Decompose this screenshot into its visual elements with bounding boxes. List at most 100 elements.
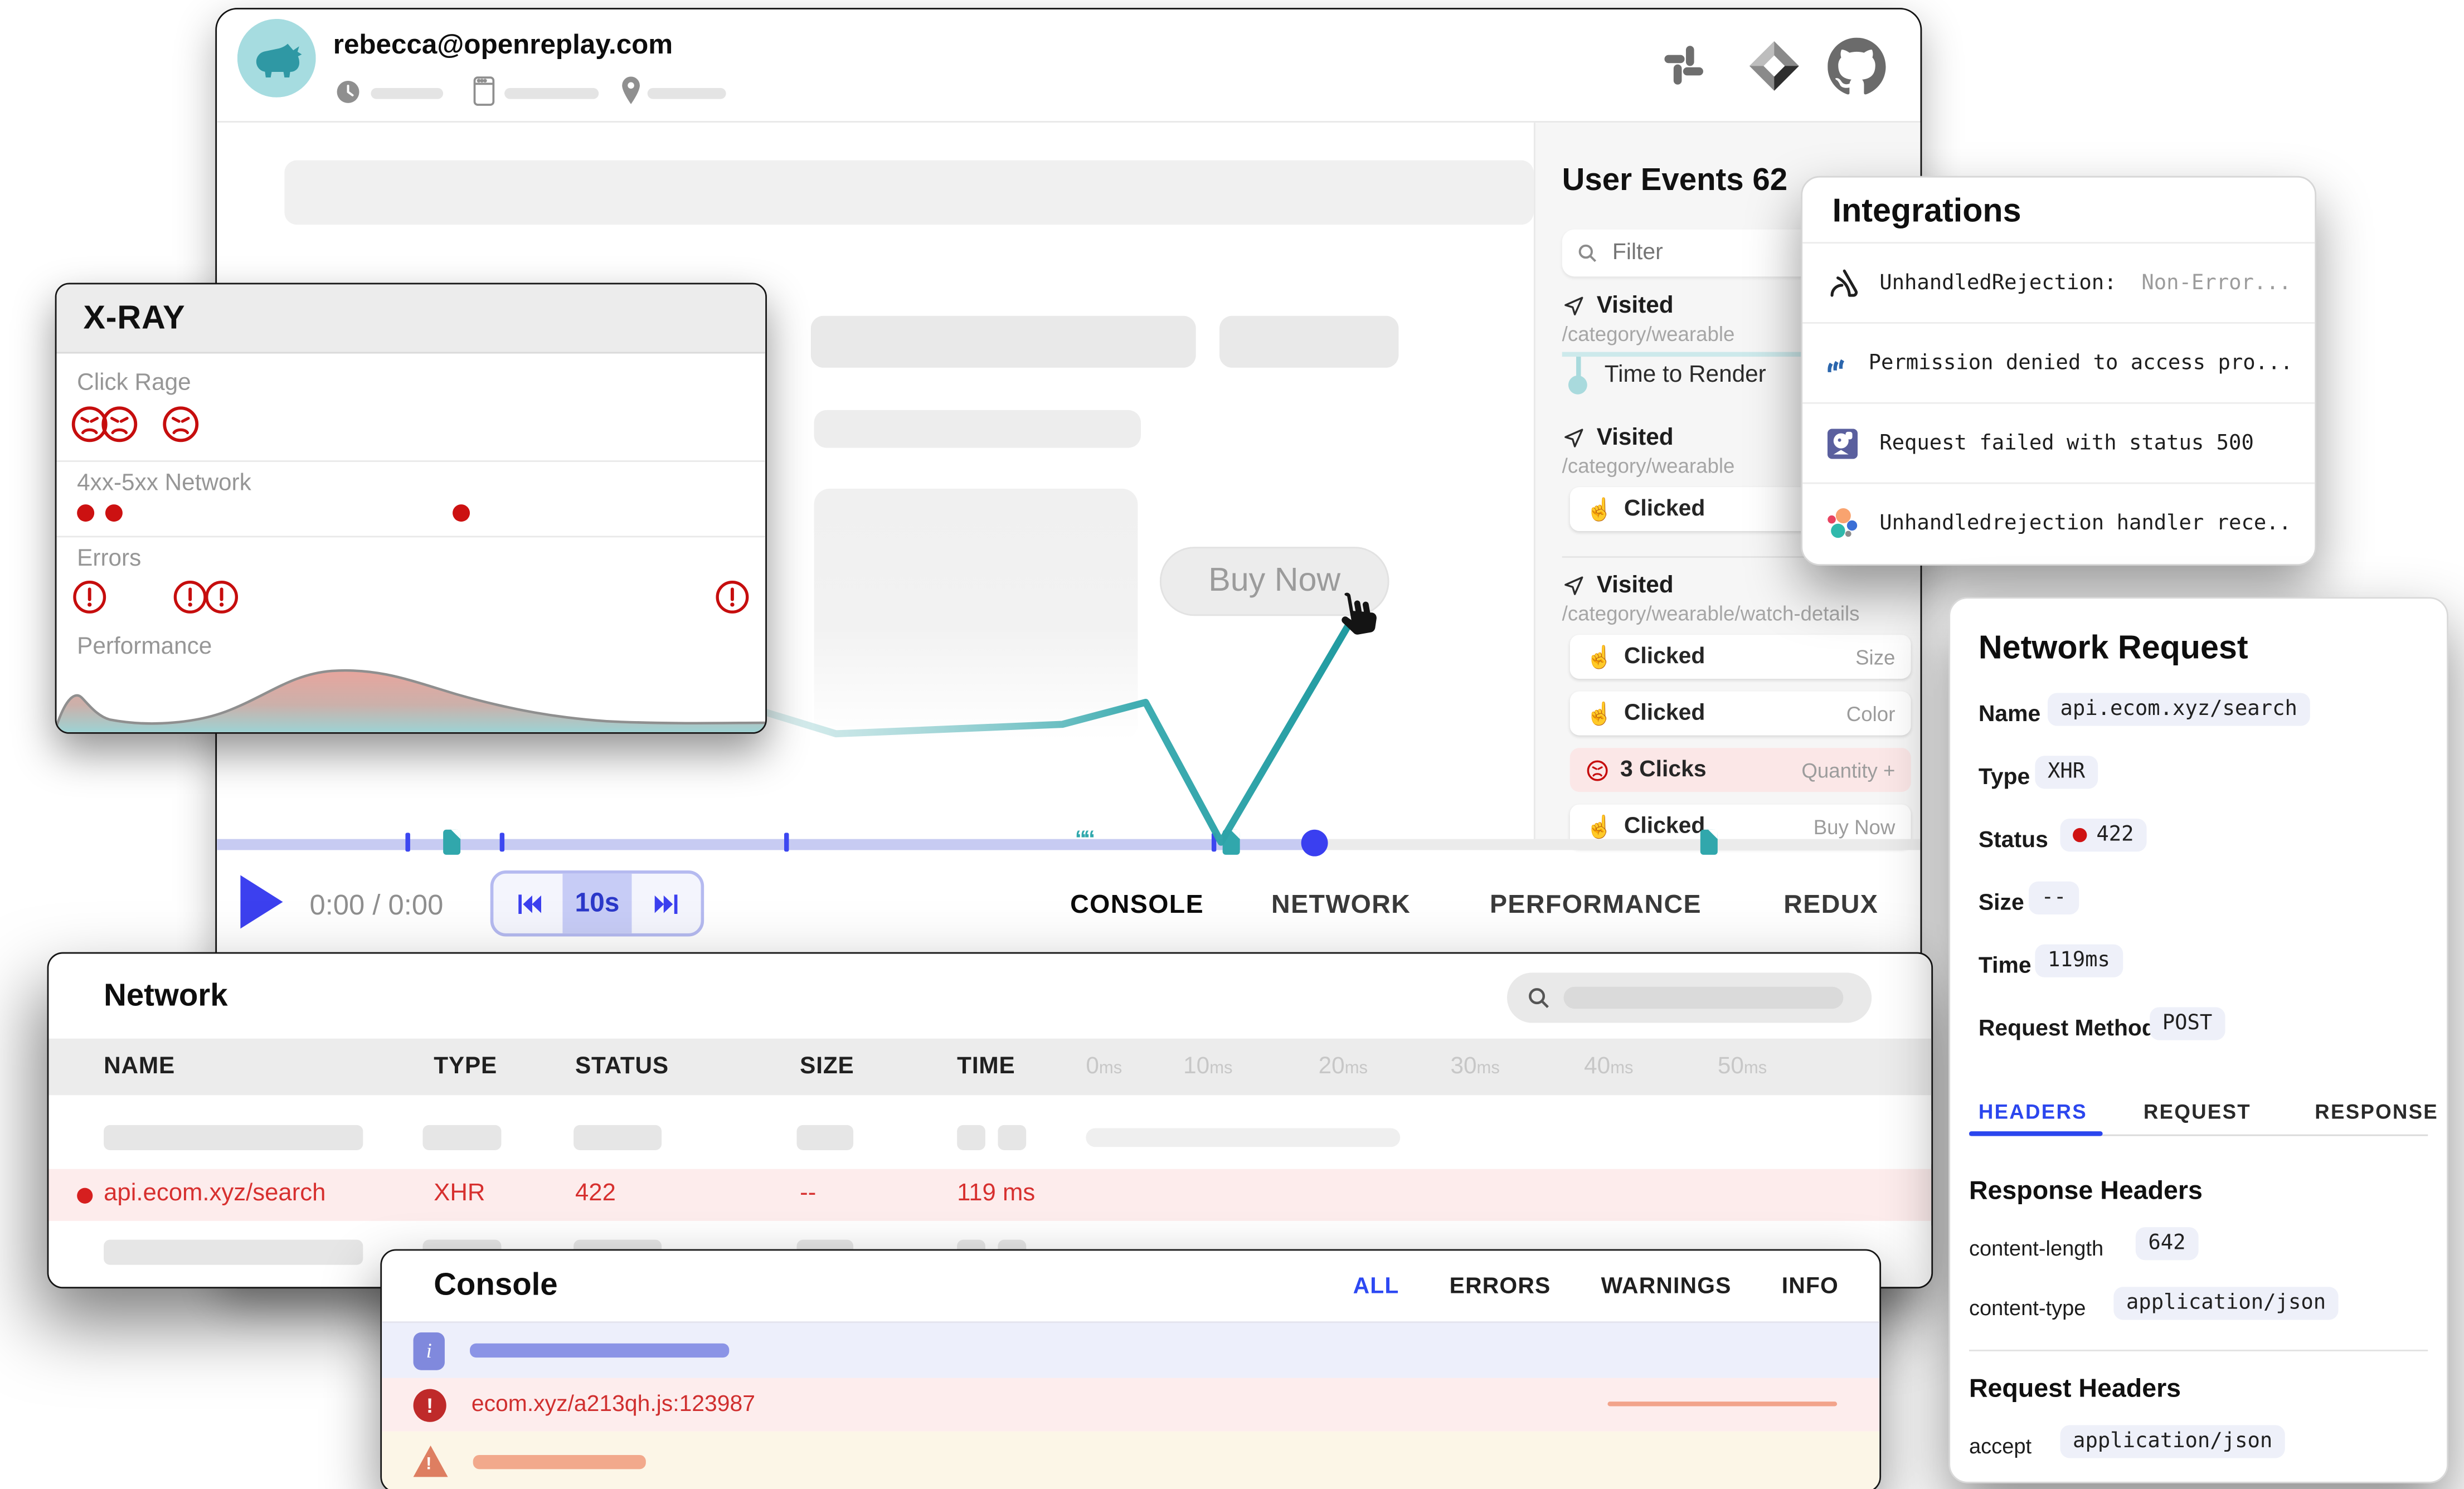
screenshot-stage: rebecca@openreplay.com	[0, 0, 2464, 1489]
error-icon[interactable]	[203, 578, 241, 616]
ttr-dot	[1568, 376, 1587, 395]
network-error-dot[interactable]	[105, 504, 123, 522]
slack-icon[interactable]	[1661, 42, 1707, 96]
navigate-icon	[1562, 573, 1586, 597]
event-card-clicked[interactable]: ☝Clicked Color	[1570, 692, 1911, 736]
timeline-playhead[interactable]	[1301, 830, 1328, 857]
navigate-icon	[1562, 294, 1586, 317]
console-row-info[interactable]: i	[382, 1321, 1879, 1378]
time-label: Time	[1979, 953, 2032, 979]
error-badge: !	[414, 1388, 446, 1421]
name-label: Name	[1979, 702, 2040, 727]
tab-info[interactable]: INFO	[1782, 1274, 1839, 1300]
replay-hero-skeleton	[284, 160, 1534, 225]
size-value: --	[2029, 882, 2079, 914]
skip-back-icon	[512, 887, 545, 920]
integration-row-waves[interactable]: Permission denied to access pro...	[1802, 322, 2315, 402]
col-status[interactable]: STATUS	[575, 1053, 669, 1079]
angry-face-icon[interactable]	[99, 404, 140, 445]
play-button[interactable]	[240, 875, 283, 929]
col-time[interactable]: TIME	[957, 1053, 1015, 1079]
row-time: 119 ms	[957, 1180, 1035, 1209]
tab-network[interactable]: NETWORK	[1271, 891, 1411, 921]
tick-0ms: 0ms	[1086, 1053, 1122, 1079]
event-visited[interactable]: Visited	[1562, 424, 1674, 451]
tab-warnings[interactable]: WARNINGS	[1601, 1274, 1732, 1300]
console-error-source: ecom.xyz/a213qh.js:123987	[472, 1392, 755, 1417]
warning-icon: !	[414, 1446, 448, 1477]
timeline-note-marker[interactable]	[1075, 826, 1092, 853]
click-hand-icon: ☝	[1586, 646, 1613, 668]
tab-headers[interactable]: HEADERS	[1979, 1100, 2087, 1123]
diamond-icon[interactable]	[1746, 38, 1803, 103]
tab-response[interactable]: RESPONSE	[2315, 1100, 2438, 1123]
col-name[interactable]: NAME	[104, 1053, 175, 1079]
angry-face-icon	[1586, 758, 1609, 781]
tab-redux[interactable]: REDUX	[1783, 891, 1878, 921]
clock-icon	[335, 79, 362, 113]
request-headers-title: Request Headers	[1969, 1375, 2181, 1405]
errors-label: Errors	[77, 545, 141, 572]
tab-all[interactable]: ALL	[1353, 1274, 1399, 1300]
time-value: 119ms	[2035, 945, 2122, 977]
timeline-event-tick[interactable]	[1212, 833, 1216, 851]
row-name: api.ecom.xyz/search	[104, 1180, 325, 1209]
tabs-underline-active	[1969, 1131, 2103, 1136]
network-row-skeleton[interactable]	[48, 1111, 1931, 1164]
tab-console[interactable]: CONSOLE	[1070, 891, 1204, 921]
event-visited[interactable]: Visited	[1562, 572, 1674, 598]
integration-row-sentry[interactable]: UnhandledRejection: Non-Error...	[1802, 242, 2315, 322]
col-type[interactable]: TYPE	[434, 1053, 497, 1079]
timeline-event-tick[interactable]	[500, 833, 504, 851]
skip-forward-icon	[650, 887, 683, 920]
accept-value: application/json	[2060, 1425, 2285, 1458]
click-hand-icon: ☝	[1586, 815, 1613, 837]
console-title: Console	[434, 1268, 557, 1304]
timeline-event-tick[interactable]	[405, 833, 410, 851]
integration-row-datadog[interactable]: Request failed with status 500	[1802, 402, 2315, 483]
integrations-title: Integrations	[1833, 193, 2021, 231]
accept-label: accept	[1969, 1434, 2032, 1458]
network-error-dot[interactable]	[77, 504, 94, 522]
error-icon[interactable]	[71, 578, 109, 616]
console-row-error[interactable]: ! ecom.xyz/a213qh.js:123987	[382, 1378, 1879, 1432]
timeline-teal-marker[interactable]	[443, 830, 460, 855]
github-icon[interactable]	[1828, 38, 1885, 104]
rhino-avatar-icon	[237, 19, 316, 98]
col-size[interactable]: SIZE	[800, 1053, 854, 1079]
timeline-teal-marker[interactable]	[1700, 830, 1718, 855]
network-4xx5xx-label: 4xx-5xx Network	[77, 470, 251, 497]
timeline-event-tick[interactable]	[784, 833, 789, 851]
event-path: /category/wearable	[1562, 454, 1735, 478]
sentry-icon	[1825, 265, 1861, 301]
navigate-icon	[1562, 426, 1586, 449]
timeline-teal-marker[interactable]	[1223, 830, 1240, 855]
network-request-panel: Network Request Name api.ecom.xyz/search…	[1948, 597, 2448, 1483]
skip-interval-button[interactable]: 10s	[562, 874, 631, 933]
event-card-clicked[interactable]: ☝Clicked Size	[1570, 635, 1911, 679]
network-search-input[interactable]	[1507, 972, 1872, 1023]
row-status: 422	[575, 1180, 616, 1209]
console-row-warning[interactable]: !	[382, 1432, 1879, 1489]
tab-errors[interactable]: ERRORS	[1450, 1274, 1551, 1300]
replay-image-skeleton	[814, 489, 1138, 740]
network-row-error[interactable]: api.ecom.xyz/search XHR 422 -- 119 ms	[48, 1169, 1931, 1221]
player-timeline-progress	[217, 839, 1315, 850]
info-badge: i	[414, 1332, 445, 1370]
integration-row-elastic[interactable]: Unhandledrejection handler rece..	[1802, 483, 2315, 563]
angry-face-icon[interactable]	[161, 404, 201, 445]
search-icon	[1526, 985, 1551, 1010]
event-visited[interactable]: Visited	[1562, 292, 1674, 319]
network-request-title: Network Request	[1979, 630, 2248, 668]
error-icon[interactable]	[713, 578, 751, 616]
tick-30ms: 30ms	[1450, 1053, 1499, 1079]
skip-forward-button[interactable]	[631, 874, 701, 933]
tab-performance[interactable]: PERFORMANCE	[1490, 891, 1702, 921]
event-card-rage-clicks[interactable]: 3 Clicks Quantity +	[1570, 748, 1911, 792]
click-rage-label: Click Rage	[77, 369, 191, 396]
content-length-value: 642	[2136, 1227, 2198, 1260]
skip-back-button[interactable]	[493, 874, 562, 933]
tab-request[interactable]: REQUEST	[2144, 1100, 2251, 1123]
network-error-dot[interactable]	[453, 504, 470, 522]
console-panel: Console ALL ERRORS WARNINGS INFO i ! eco…	[380, 1249, 1881, 1489]
